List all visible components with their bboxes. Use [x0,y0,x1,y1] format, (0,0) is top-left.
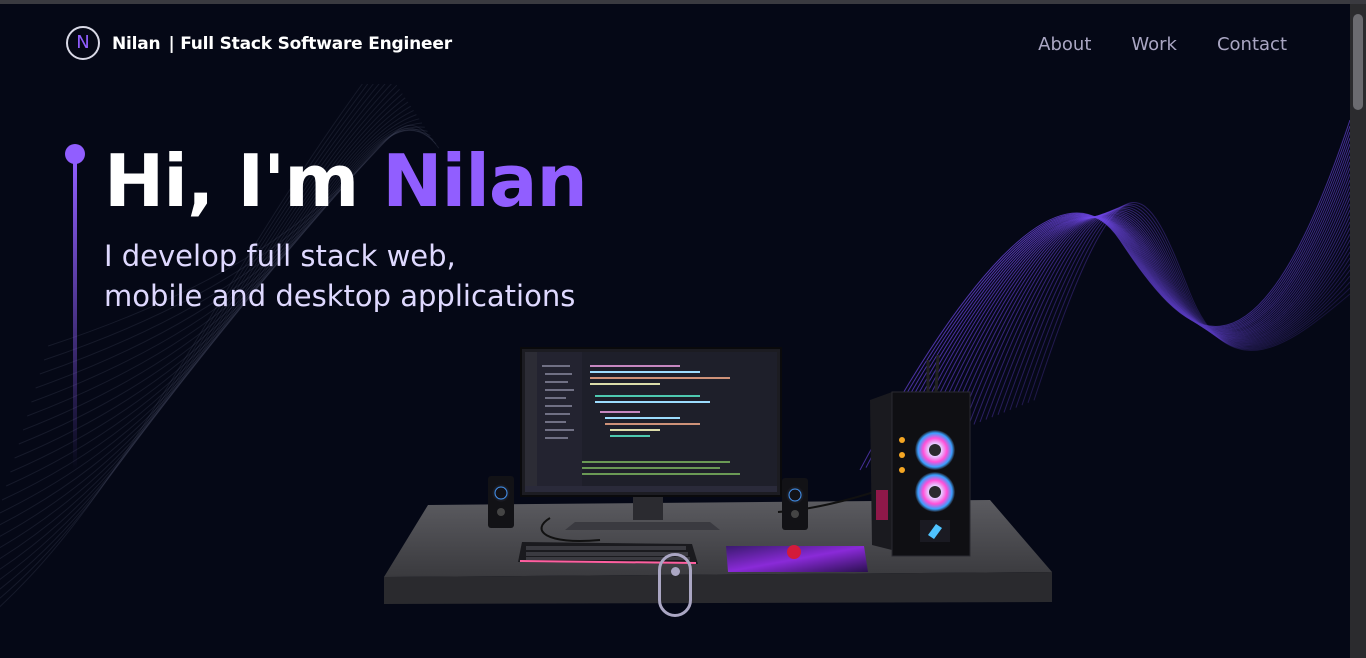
nav-links: About Work Contact [1038,34,1287,55]
hero-accent-line [73,160,77,470]
brand-tagline: | Full Stack Software Engineer [168,34,452,54]
pc-led [899,452,905,458]
nav-link-contact[interactable]: Contact [1217,34,1287,55]
scrollbar-thumb[interactable] [1353,14,1363,110]
hero-subtitle-line-2: mobile and desktop applications [104,279,576,313]
right-speaker [782,478,808,530]
right-speaker-woofer [791,510,799,518]
pc-inner-glow [876,490,888,520]
scroll-mouse-icon[interactable] [658,553,692,617]
top-navbar: N Nilan | Full Stack Software Engineer Ab… [0,4,1350,84]
hero-greeting: Hi, I'm [104,139,383,223]
desk-mouse [787,545,801,559]
logo-letter: N [76,32,90,53]
brand-name: Nilan [112,34,161,54]
scroll-dot [671,567,680,576]
left-speaker-woofer [497,508,505,516]
logo-circle-icon[interactable]: N [66,26,100,60]
page-scrollbar[interactable] [1350,4,1366,658]
nav-link-work[interactable]: Work [1131,34,1177,55]
hero-title: Hi, I'm Nilan [104,136,588,226]
pc-fan-hub [929,486,941,498]
portfolio-page: N Nilan | Full Stack Software Engineer Ab… [0,0,1366,658]
pc-tower-side [870,392,892,550]
pc-led [899,437,905,443]
nav-link-about[interactable]: About [1038,34,1091,55]
computer-desk-scene[interactable] [380,340,1060,610]
hero-subtitle-line-1: I develop full stack web, [104,239,456,273]
hero-name: Nilan [382,139,587,223]
brand-title[interactable]: Nilan | Full Stack Software Engineer [112,34,452,54]
pc-led [899,467,905,473]
pc-antenna [934,354,940,393]
hero-subtitle: I develop full stack web, mobile and des… [104,236,575,316]
pc-fan-hub [929,444,941,456]
monitor-base [565,522,720,530]
editor-statusbar [525,486,777,492]
left-speaker [488,476,514,528]
editor-sidebar [525,352,537,492]
desk-front [384,572,1052,604]
